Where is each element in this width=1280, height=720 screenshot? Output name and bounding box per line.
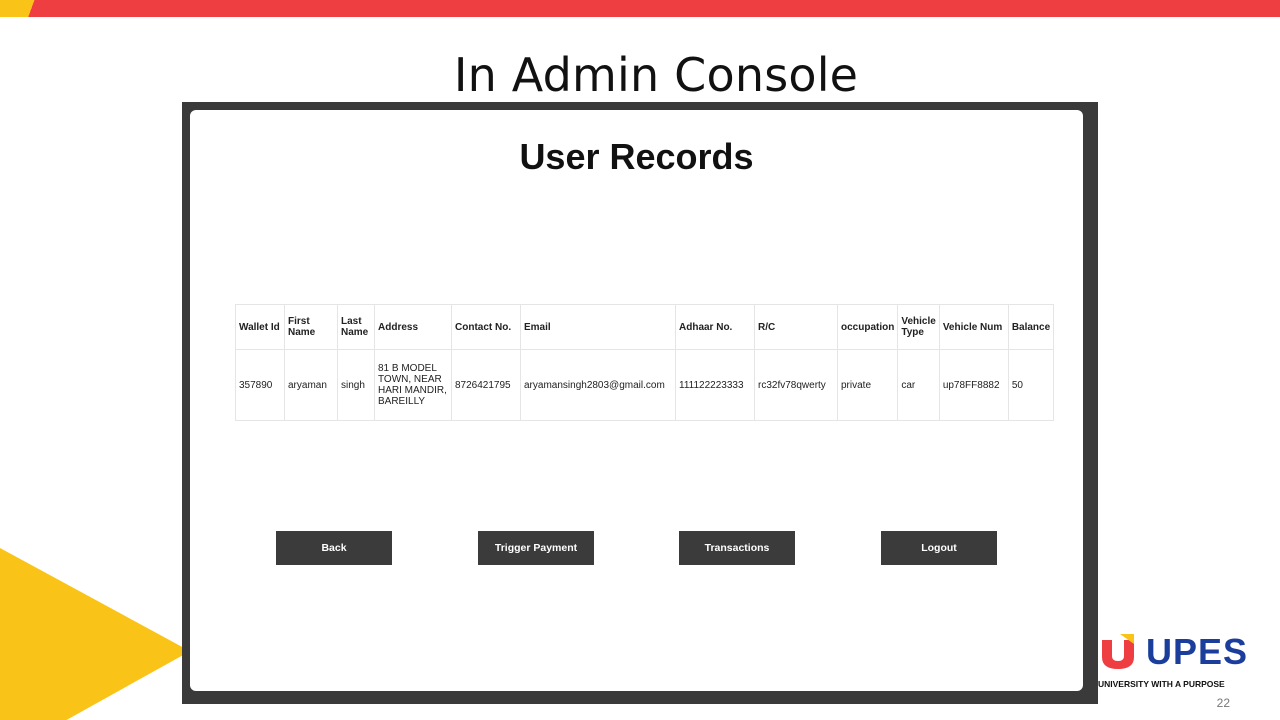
- brand-tagline: UNIVERSITY WITH A PURPOSE: [1098, 679, 1225, 689]
- col-contact: Contact No.: [451, 304, 521, 350]
- col-wallet-id: Wallet Id: [235, 304, 285, 350]
- left-yellow-accent: [0, 548, 190, 720]
- upes-logo-icon: [1102, 634, 1134, 669]
- cell-vehicle-type: car: [897, 349, 940, 421]
- slide-title: In Admin Console: [453, 48, 859, 102]
- brand-name: UPES: [1146, 631, 1249, 672]
- transactions-button[interactable]: Transactions: [679, 531, 795, 565]
- trigger-payment-button[interactable]: Trigger Payment: [478, 531, 594, 565]
- col-first-name: First Name: [284, 304, 338, 350]
- cell-balance: 50: [1007, 349, 1055, 421]
- upes-logo: UPES UNIVERSITY WITH A PURPOSE: [1098, 631, 1270, 692]
- col-rc: R/C: [754, 304, 838, 350]
- cell-last-name: singh: [337, 349, 375, 421]
- cell-occupation: private: [836, 349, 899, 421]
- col-balance: Balance: [1007, 304, 1055, 350]
- col-adhaar: Adhaar No.: [675, 304, 755, 350]
- back-button[interactable]: Back: [276, 531, 392, 565]
- top-accent-bar: [0, 0, 1280, 17]
- col-vehicle-type: Vehicle Type: [897, 304, 940, 350]
- cell-rc: rc32fv78qwerty: [754, 349, 838, 421]
- cell-wallet-id: 357890: [235, 349, 285, 421]
- app-window: User Records Wallet Id First Name Last N…: [190, 110, 1083, 691]
- page-number: 22: [1216, 696, 1230, 710]
- top-yellow-accent: [0, 0, 38, 17]
- table-header-row: Wallet Id First Name Last Name Address C…: [235, 304, 1055, 350]
- col-vehicle-num: Vehicle Num: [938, 304, 1009, 350]
- logout-button[interactable]: Logout: [881, 531, 997, 565]
- cell-vehicle-num: up78FF8882: [938, 349, 1009, 421]
- user-records-table: Wallet Id First Name Last Name Address C…: [235, 304, 1055, 421]
- col-email: Email: [520, 304, 676, 350]
- table-row: 357890 aryaman singh 81 B MODEL TOWN, NE…: [235, 349, 1055, 421]
- cell-email: aryamansingh2803@gmail.com: [520, 349, 676, 421]
- cell-adhaar: 111122223333: [675, 349, 755, 421]
- cell-contact: 8726421795: [451, 349, 521, 421]
- col-last-name: Last Name: [337, 304, 375, 350]
- page-heading: User Records: [519, 136, 754, 177]
- cell-address: 81 B MODEL TOWN, NEAR HARI MANDIR, BAREI…: [374, 349, 452, 421]
- cell-first-name: aryaman: [284, 349, 338, 421]
- col-occupation: occupation: [836, 304, 899, 350]
- col-address: Address: [374, 304, 452, 350]
